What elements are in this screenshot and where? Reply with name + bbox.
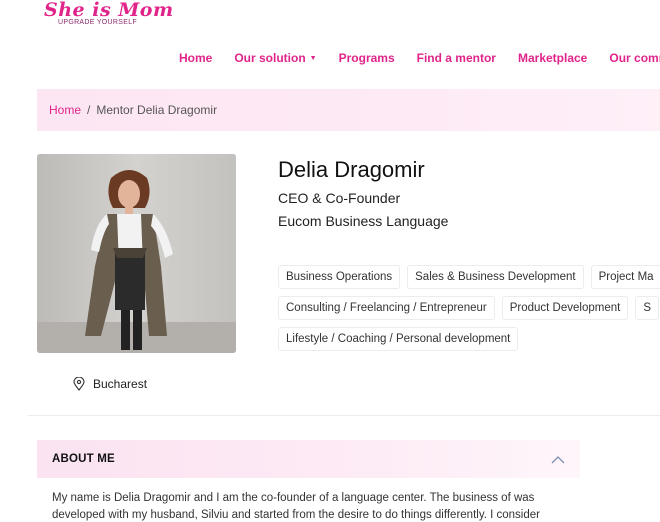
expertise-tag[interactable]: Consulting / Freelancing / Entrepreneur (278, 296, 495, 320)
chevron-up-icon[interactable] (551, 455, 565, 464)
section-divider (28, 415, 660, 416)
about-text: My name is Delia Dragomir and I am the c… (52, 492, 540, 521)
brand-name: She is Mom (44, 0, 174, 21)
expertise-tag[interactable]: Product Development (501, 296, 629, 320)
about-accordion-header[interactable]: ABOUT ME (37, 440, 580, 478)
brand-logo[interactable]: She is Mom UPGRADE YOURSELF (44, 0, 174, 26)
breadcrumb-current: Mentor Delia Dragomir (96, 103, 218, 117)
expertise-tag[interactable]: Business Operations (278, 265, 401, 289)
mentor-location: Bucharest (73, 377, 147, 391)
mentor-company: Eucom Business Language (278, 213, 449, 229)
mentor-photo (37, 154, 236, 353)
expertise-tag[interactable]: Lifestyle / Coaching / Personal developm… (278, 327, 519, 351)
breadcrumb-home-link[interactable]: Home (49, 103, 81, 117)
mentor-role: CEO & Co-Founder (278, 190, 401, 206)
nav-home[interactable]: Home (179, 51, 212, 65)
expertise-tag[interactable]: Project Ma (590, 265, 660, 289)
expertise-tags: Business Operations Sales & Business Dev… (278, 265, 660, 358)
location-label: Bucharest (93, 377, 148, 391)
mentor-name: Delia Dragomir (278, 157, 425, 182)
nav-our-community[interactable]: Our commu (609, 51, 660, 65)
caret-down-icon: ▼ (309, 54, 317, 62)
breadcrumb-separator: / (87, 103, 91, 117)
breadcrumb: Home / Mentor Delia Dragomir (37, 89, 660, 131)
nav-marketplace[interactable]: Marketplace (518, 51, 587, 65)
nav-our-solution[interactable]: Our solution ▼ (234, 51, 316, 65)
nav-programs[interactable]: Programs (339, 51, 395, 65)
map-pin-icon (73, 377, 85, 391)
about-title: ABOUT ME (52, 453, 115, 465)
main-nav: Home Our solution ▼ Programs Find a mento… (179, 51, 660, 65)
expertise-tag[interactable]: S (635, 296, 659, 320)
nav-find-a-mentor[interactable]: Find a mentor (417, 51, 496, 65)
expertise-tag[interactable]: Sales & Business Development (407, 265, 584, 289)
